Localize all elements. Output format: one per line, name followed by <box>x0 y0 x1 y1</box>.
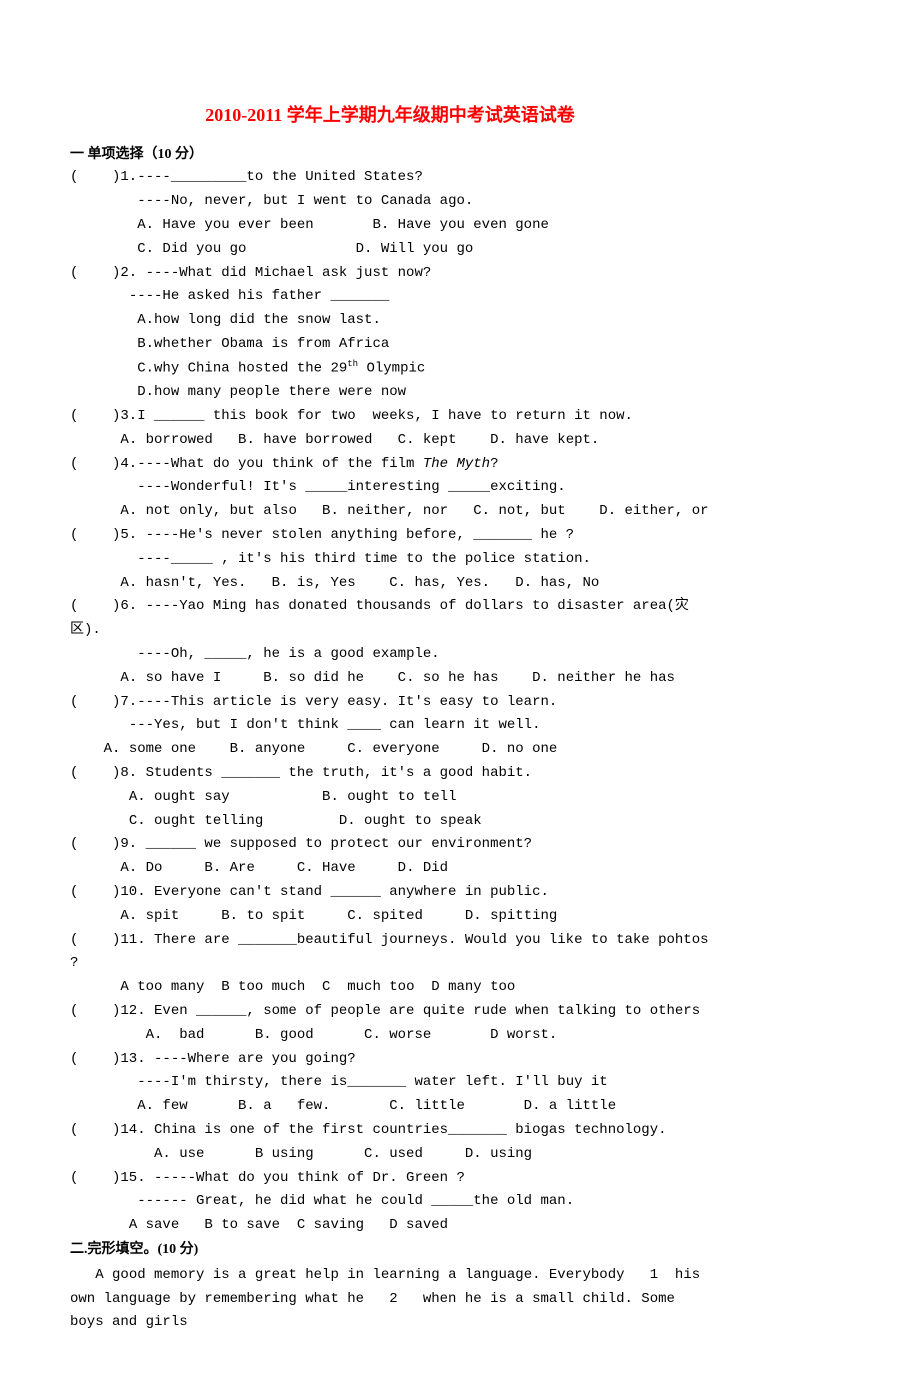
q10-line1: ( )10. Everyone can't stand ______ anywh… <box>70 881 710 905</box>
q6-line2: ----Oh, _____, he is a good example. <box>70 643 710 667</box>
q14-line2: A. use B using C. used D. using <box>70 1143 710 1167</box>
section-2-header: 二.完形填空。(10 分) <box>70 1238 710 1262</box>
q13-line1: ( )13. ----Where are you going? <box>70 1048 710 1072</box>
q2-line5: C.why China hosted the 29th Olympic <box>70 357 710 381</box>
q6-line3: A. so have I B. so did he C. so he has D… <box>70 667 710 691</box>
q8-line3: C. ought telling D. ought to speak <box>70 810 710 834</box>
q7-line1: ( )7.----This article is very easy. It's… <box>70 691 710 715</box>
q2-line6: D.how many people there were now <box>70 381 710 405</box>
q6-line1: ( )6. ----Yao Ming has donated thousands… <box>70 595 710 643</box>
q8-line2: A. ought say B. ought to tell <box>70 786 710 810</box>
cloze-paragraph-1: A good memory is a great help in learnin… <box>70 1264 710 1335</box>
q15-line3: A save B to save C saving D saved <box>70 1214 710 1238</box>
q2-l5-sup: th <box>347 359 358 369</box>
q15-line2: ------ Great, he did what he could _____… <box>70 1190 710 1214</box>
q4-line2: ----Wonderful! It's _____interesting ___… <box>70 476 710 500</box>
q12-line2: A. bad B. good C. worse D worst. <box>70 1024 710 1048</box>
q2-l5-pre: C.why China hosted the 29 <box>70 360 347 376</box>
q11-line1: ( )11. There are _______beautiful journe… <box>70 929 710 977</box>
q4-l1-italic: The Myth <box>423 456 490 472</box>
q2-line4: B.whether Obama is from Africa <box>70 333 710 357</box>
q11-line2: A too many B too much C much too D many … <box>70 976 710 1000</box>
q3-line2: A. borrowed B. have borrowed C. kept D. … <box>70 429 710 453</box>
q3-line1: ( )3.I ______ this book for two weeks, I… <box>70 405 710 429</box>
q8-line1: ( )8. Students _______ the truth, it's a… <box>70 762 710 786</box>
q4-line3: A. not only, but also B. neither, nor C.… <box>70 500 710 524</box>
q1-line4: C. Did you go D. Will you go <box>70 238 710 262</box>
section-1-header: 一 单项选择（10 分） <box>70 143 710 167</box>
q2-line1: ( )2. ----What did Michael ask just now? <box>70 262 710 286</box>
q2-line2: ----He asked his father _______ <box>70 285 710 309</box>
q4-l1-pre: ( )4.----What do you think of the film <box>70 456 423 472</box>
q5-line2: ----_____ , it's his third time to the p… <box>70 548 710 572</box>
q4-line1: ( )4.----What do you think of the film T… <box>70 453 710 477</box>
q9-line1: ( )9. ______ we supposed to protect our … <box>70 833 710 857</box>
q13-line3: A. few B. a few. C. little D. a little <box>70 1095 710 1119</box>
q1-line2: ----No, never, but I went to Canada ago. <box>70 190 710 214</box>
exam-title: 2010-2011 学年上学期九年级期中考试英语试卷 <box>70 100 710 131</box>
q5-line1: ( )5. ----He's never stolen anything bef… <box>70 524 710 548</box>
q12-line1: ( )12. Even ______, some of people are q… <box>70 1000 710 1024</box>
q7-line2: ---Yes, but I don't think ____ can learn… <box>70 714 710 738</box>
q1-line3: A. Have you ever been B. Have you even g… <box>70 214 710 238</box>
q2-line3: A.how long did the snow last. <box>70 309 710 333</box>
q10-line2: A. spit B. to spit C. spited D. spitting <box>70 905 710 929</box>
q4-l1-post: ? <box>490 456 498 472</box>
q15-line1: ( )15. -----What do you think of Dr. Gre… <box>70 1167 710 1191</box>
q14-line1: ( )14. China is one of the first countri… <box>70 1119 710 1143</box>
q9-line2: A. Do B. Are C. Have D. Did <box>70 857 710 881</box>
q13-line2: ----I'm thirsty, there is_______ water l… <box>70 1071 710 1095</box>
q5-line3: A. hasn't, Yes. B. is, Yes C. has, Yes. … <box>70 572 710 596</box>
q1-line1: ( )1.----_________to the United States? <box>70 166 710 190</box>
q2-l5-post: Olympic <box>358 360 425 376</box>
q7-line3: A. some one B. anyone C. everyone D. no … <box>70 738 710 762</box>
